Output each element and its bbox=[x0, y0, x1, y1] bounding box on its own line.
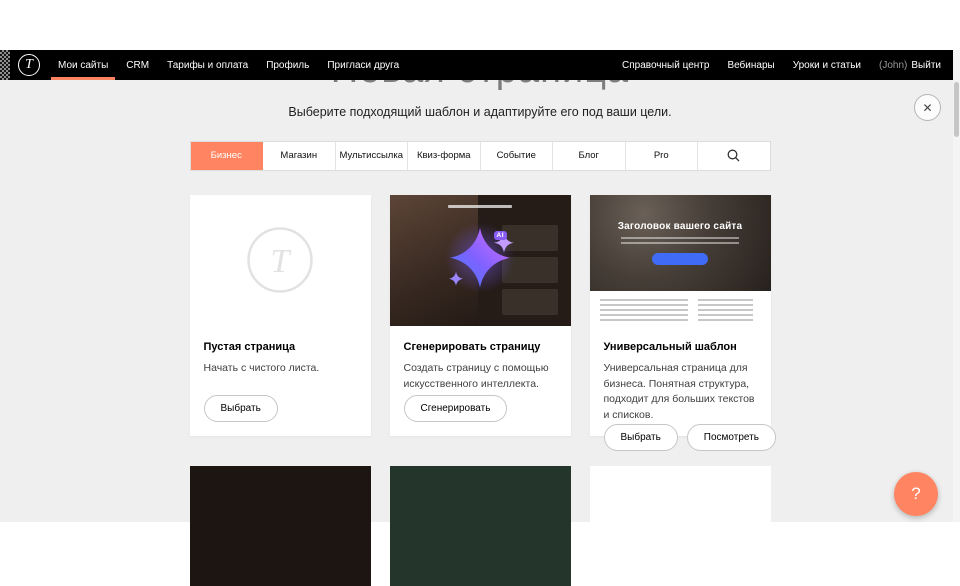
tab-search[interactable] bbox=[698, 142, 770, 170]
preview-site-heading: Заголовок вашего сайта bbox=[590, 221, 771, 232]
template-category-tabs: Бизнес Магазин Мультиссылка Квиз-форма С… bbox=[190, 141, 771, 171]
template-cards-row-partial bbox=[190, 466, 771, 586]
primary-nav: T Мои сайты CRM Тарифы и оплата Профиль … bbox=[0, 50, 408, 80]
preview-cta-button bbox=[652, 253, 708, 265]
card-actions: Сгенерировать bbox=[404, 395, 557, 422]
nav-webinars[interactable]: Вебинары bbox=[718, 50, 783, 80]
preview-caption-bars bbox=[621, 237, 739, 244]
nav-help-center[interactable]: Справочный центр bbox=[613, 50, 718, 80]
tab-pro[interactable]: Pro bbox=[626, 142, 699, 170]
svg-text:T: T bbox=[271, 243, 292, 280]
nav-crm[interactable]: CRM bbox=[117, 50, 158, 80]
card-body: Универсальный шаблон Универсальная стран… bbox=[590, 326, 771, 465]
universal-template-preview: Заголовок вашего сайта bbox=[590, 195, 771, 326]
card-universal-template: Заголовок вашего сайта Универсальный шаб… bbox=[590, 195, 771, 436]
nav-profile[interactable]: Профиль bbox=[257, 50, 318, 80]
tab-blog[interactable]: Блог bbox=[553, 142, 626, 170]
card-description: Универсальная страница для бизнеса. Поня… bbox=[604, 361, 757, 424]
card-title: Пустая страница bbox=[204, 341, 357, 353]
nav-invite-friend[interactable]: Пригласи друга bbox=[318, 50, 408, 80]
search-icon bbox=[727, 149, 740, 162]
tilda-watermark-icon: T bbox=[246, 226, 314, 294]
tab-shop[interactable]: Магазин bbox=[263, 142, 336, 170]
scrollbar-track[interactable] bbox=[953, 50, 960, 522]
nav-tariffs-payment[interactable]: Тарифы и оплата bbox=[158, 50, 257, 80]
preview-text-section bbox=[590, 291, 771, 326]
card-generate-page: AI Сгенерировать страницу Создать страни… bbox=[390, 195, 571, 436]
ai-sparkle-icon bbox=[425, 203, 535, 313]
card-body: Сгенерировать страницу Создать страницу … bbox=[390, 326, 571, 436]
help-button[interactable]: ? bbox=[894, 472, 938, 516]
card-actions: Выбрать bbox=[204, 395, 357, 422]
preview-hero: Заголовок вашего сайта bbox=[590, 195, 771, 291]
ai-badge: AI bbox=[494, 231, 508, 240]
card-body: Пустая страница Начать с чистого листа. … bbox=[190, 326, 371, 436]
tab-event[interactable]: Событие bbox=[481, 142, 554, 170]
card-blank-page: T Пустая страница Начать с чистого листа… bbox=[190, 195, 371, 436]
tilda-logo[interactable]: T bbox=[18, 54, 40, 76]
card-actions: Выбрать Посмотреть bbox=[604, 424, 757, 451]
choose-template-button[interactable]: Выбрать bbox=[604, 424, 678, 451]
tab-business[interactable]: Бизнес bbox=[191, 142, 264, 170]
user-name: (John) bbox=[879, 60, 907, 71]
checker-pattern bbox=[0, 50, 10, 80]
close-button[interactable]: ✕ bbox=[914, 94, 941, 121]
user-menu: (John) Выйти bbox=[870, 50, 941, 80]
template-card-partial bbox=[590, 466, 771, 586]
logo-letter: T bbox=[25, 57, 33, 73]
scrollbar-thumb[interactable] bbox=[954, 82, 959, 137]
template-card-partial bbox=[390, 466, 571, 586]
text-placeholder-column bbox=[698, 299, 753, 321]
close-icon: ✕ bbox=[922, 102, 932, 114]
tab-quiz-form[interactable]: Квиз-форма bbox=[408, 142, 481, 170]
blank-page-preview: T bbox=[190, 195, 371, 326]
nav-lessons-articles[interactable]: Уроки и статьи bbox=[784, 50, 870, 80]
generate-button[interactable]: Сгенерировать bbox=[404, 395, 508, 422]
ai-preview: AI bbox=[390, 195, 571, 326]
tab-multilink[interactable]: Мультиссылка bbox=[336, 142, 409, 170]
topbar: T Мои сайты CRM Тарифы и оплата Профиль … bbox=[0, 50, 953, 80]
view-template-button[interactable]: Посмотреть bbox=[687, 424, 776, 451]
card-title: Сгенерировать страницу bbox=[404, 341, 557, 353]
card-title: Универсальный шаблон bbox=[604, 341, 757, 353]
template-card-partial bbox=[190, 466, 371, 586]
card-description: Создать страницу с помощью искусственног… bbox=[404, 361, 557, 393]
template-cards-row: T Пустая страница Начать с чистого листа… bbox=[190, 195, 771, 436]
help-icon: ? bbox=[911, 484, 920, 504]
choose-blank-button[interactable]: Выбрать bbox=[204, 395, 278, 422]
card-description: Начать с чистого листа. bbox=[204, 361, 357, 377]
nav-my-sites[interactable]: Мои сайты bbox=[49, 50, 117, 80]
page-subtitle: Выберите подходящий шаблон и адаптируйте… bbox=[0, 105, 960, 119]
logout-link[interactable]: Выйти bbox=[911, 60, 941, 71]
secondary-nav: Справочный центр Вебинары Уроки и статьи… bbox=[613, 50, 953, 80]
text-placeholder-column bbox=[600, 299, 688, 321]
